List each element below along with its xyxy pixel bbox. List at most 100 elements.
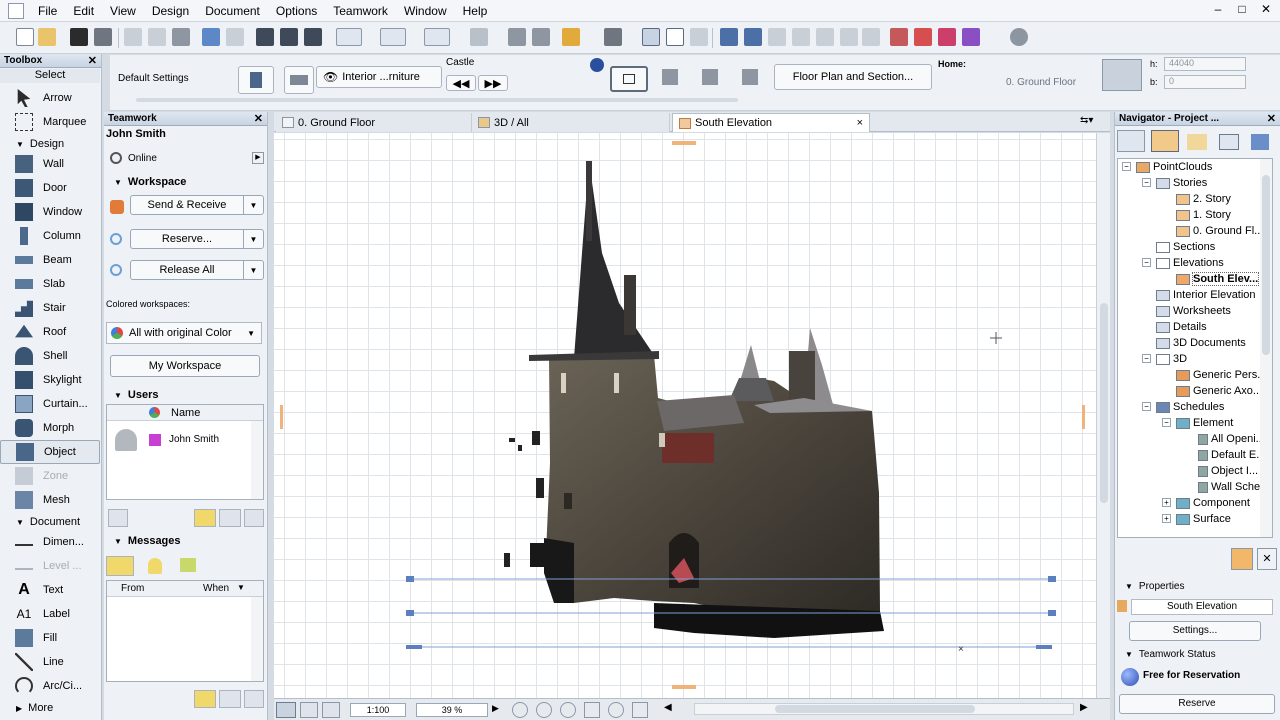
navigator-popup-icon[interactable] xyxy=(1117,130,1145,152)
b-input[interactable]: 0 xyxy=(1164,75,1246,89)
save-icon[interactable] xyxy=(70,28,88,46)
chevron-down-icon[interactable]: ▼ xyxy=(243,261,263,279)
layout-book-icon[interactable] xyxy=(1219,134,1239,150)
home-story-value[interactable]: 0. Ground Floor xyxy=(1006,77,1076,88)
send-receive-button[interactable]: Send & Receive ▼ xyxy=(130,195,264,215)
layer-combo[interactable]: 👁 Interior ...rniture xyxy=(316,66,442,88)
tree-item-story-2[interactable]: 2. Story xyxy=(1176,191,1231,207)
reserve-button[interactable]: Reserve... ▼ xyxy=(130,229,264,249)
user-row[interactable]: John Smith xyxy=(107,423,247,457)
tree-item-surface[interactable]: Surface xyxy=(1176,511,1231,527)
status-menu-button[interactable]: ▶ xyxy=(252,152,264,164)
messages-filter-all-icon[interactable] xyxy=(106,556,134,576)
tree-item-3d-documents[interactable]: 3D Documents xyxy=(1156,335,1246,351)
infobox-scrollbar[interactable] xyxy=(136,98,738,102)
teamwork-reserve-icon[interactable] xyxy=(962,28,980,46)
tool-arc[interactable]: Arc/Ci... xyxy=(0,674,100,698)
tree-item-all-openings[interactable]: All Openi... xyxy=(1198,431,1265,447)
teamwork-status-header[interactable]: ▼ Teamwork Status xyxy=(1115,646,1279,662)
elevation-tool-icon[interactable] xyxy=(604,28,622,46)
fillet-icon[interactable] xyxy=(816,28,834,46)
tool-roof[interactable]: Roof xyxy=(0,320,100,344)
user-info-icon[interactable] xyxy=(244,509,264,527)
menu-teamwork[interactable]: Teamwork xyxy=(325,4,396,18)
messages-header[interactable]: ▼ Messages xyxy=(104,533,268,549)
tool-marquee[interactable]: Marquee xyxy=(0,110,100,134)
scroll-thumb[interactable] xyxy=(775,705,975,713)
reply-icon[interactable] xyxy=(219,690,241,708)
reserve-element-button[interactable]: Reserve xyxy=(1119,694,1275,714)
expand-icon[interactable]: + xyxy=(1162,498,1171,507)
tree-item-south-elevation[interactable]: South Elev... xyxy=(1176,271,1260,287)
trim-icon[interactable] xyxy=(508,28,526,46)
collapse-icon[interactable]: − xyxy=(1122,162,1131,171)
tool-window[interactable]: Window xyxy=(0,200,100,224)
user-action-icon[interactable] xyxy=(108,509,128,527)
zoom-out-icon[interactable] xyxy=(560,702,576,718)
view-map-icon[interactable] xyxy=(1187,134,1207,150)
messages-filter-task-icon[interactable] xyxy=(180,558,196,572)
scroll-thumb[interactable] xyxy=(1100,303,1108,503)
previous-button[interactable]: ◀◀ xyxy=(446,75,476,91)
properties-header[interactable]: ▼ Properties xyxy=(1115,578,1279,594)
layout-icon[interactable] xyxy=(300,702,318,718)
collapse-icon[interactable]: − xyxy=(1142,258,1151,267)
tool-zone[interactable]: Zone xyxy=(0,464,100,488)
zoom-dropdown-icon[interactable]: ▶ xyxy=(492,703,499,714)
zoom-fit-icon[interactable] xyxy=(512,702,528,718)
request-icon[interactable] xyxy=(219,509,241,527)
guide-lines-icon[interactable] xyxy=(336,28,362,46)
tree-item-worksheets[interactable]: Worksheets xyxy=(1156,303,1231,319)
menu-edit[interactable]: Edit xyxy=(65,4,102,18)
teamwork-toggle-icon[interactable] xyxy=(642,28,660,46)
object-settings-button[interactable] xyxy=(238,66,274,94)
offset-icon[interactable] xyxy=(840,28,858,46)
chevron-down-icon[interactable]: ▼ xyxy=(243,196,263,214)
layers-icon[interactable] xyxy=(562,28,580,46)
expand-icon[interactable]: + xyxy=(1162,514,1171,523)
canvas-vertical-scrollbar[interactable] xyxy=(1096,133,1110,698)
tool-line[interactable]: Line xyxy=(0,650,100,674)
open-file-icon[interactable] xyxy=(38,28,56,46)
tab-menu-icon[interactable]: ⇆▾ xyxy=(1080,115,1104,129)
tool-beam[interactable]: Beam xyxy=(0,248,100,272)
design-group[interactable]: ▼ Design xyxy=(0,136,100,152)
tool-morph[interactable]: Morph xyxy=(0,416,100,440)
close-icon[interactable]: ✕ xyxy=(1267,112,1276,126)
view-settings-icon[interactable] xyxy=(1231,548,1253,570)
tree-item-generic-axonometry[interactable]: Generic Axo... xyxy=(1176,383,1262,399)
solid-operations-icon[interactable] xyxy=(890,28,908,46)
record-icon[interactable] xyxy=(1010,28,1028,46)
my-workspace-button[interactable]: My Workspace xyxy=(110,355,260,377)
properties-name[interactable]: South Elevation xyxy=(1131,599,1273,615)
floor-plan-section-button[interactable]: Floor Plan and Section... xyxy=(774,64,932,90)
zoom-value[interactable]: 39 % xyxy=(416,703,488,717)
snap-guides-icon[interactable] xyxy=(380,28,406,46)
tool-shell[interactable]: Shell xyxy=(0,344,100,368)
next-button[interactable]: ▶▶ xyxy=(478,75,508,91)
tool-curtain-wall[interactable]: Curtain... xyxy=(0,392,100,416)
collapse-icon[interactable]: − xyxy=(1142,354,1151,363)
pen-set-icon[interactable] xyxy=(322,702,340,718)
h-input[interactable]: 44040 xyxy=(1164,57,1246,71)
inject-icon[interactable] xyxy=(304,28,322,46)
tree-item-sections[interactable]: Sections xyxy=(1156,239,1215,255)
collapse-icon[interactable]: − xyxy=(1142,178,1151,187)
elevation-canvas[interactable]: × xyxy=(274,133,1096,698)
tree-item-elevations[interactable]: Elevations xyxy=(1156,255,1224,271)
settings-button[interactable]: Settings... xyxy=(1129,621,1261,641)
split-icon[interactable] xyxy=(532,28,550,46)
adjust-icon[interactable] xyxy=(768,28,786,46)
tool-level[interactable]: Level ... xyxy=(0,554,100,578)
tree-item-default-element[interactable]: Default E... xyxy=(1198,447,1265,463)
tab-ground-floor[interactable]: 0. Ground Floor xyxy=(276,113,472,132)
tab-south-elevation[interactable]: South Elevation × xyxy=(672,113,870,132)
tree-item-wall-schedule[interactable]: Wall Sche... xyxy=(1198,479,1269,495)
grid-snap-icon[interactable] xyxy=(470,28,488,46)
distribute-icon[interactable] xyxy=(744,28,762,46)
layer-icon-button[interactable] xyxy=(284,66,314,94)
close-view-icon[interactable] xyxy=(690,28,708,46)
mirror-icon[interactable] xyxy=(742,69,758,85)
zoom-window-icon[interactable] xyxy=(632,702,648,718)
close-icon[interactable]: ✕ xyxy=(254,112,263,126)
